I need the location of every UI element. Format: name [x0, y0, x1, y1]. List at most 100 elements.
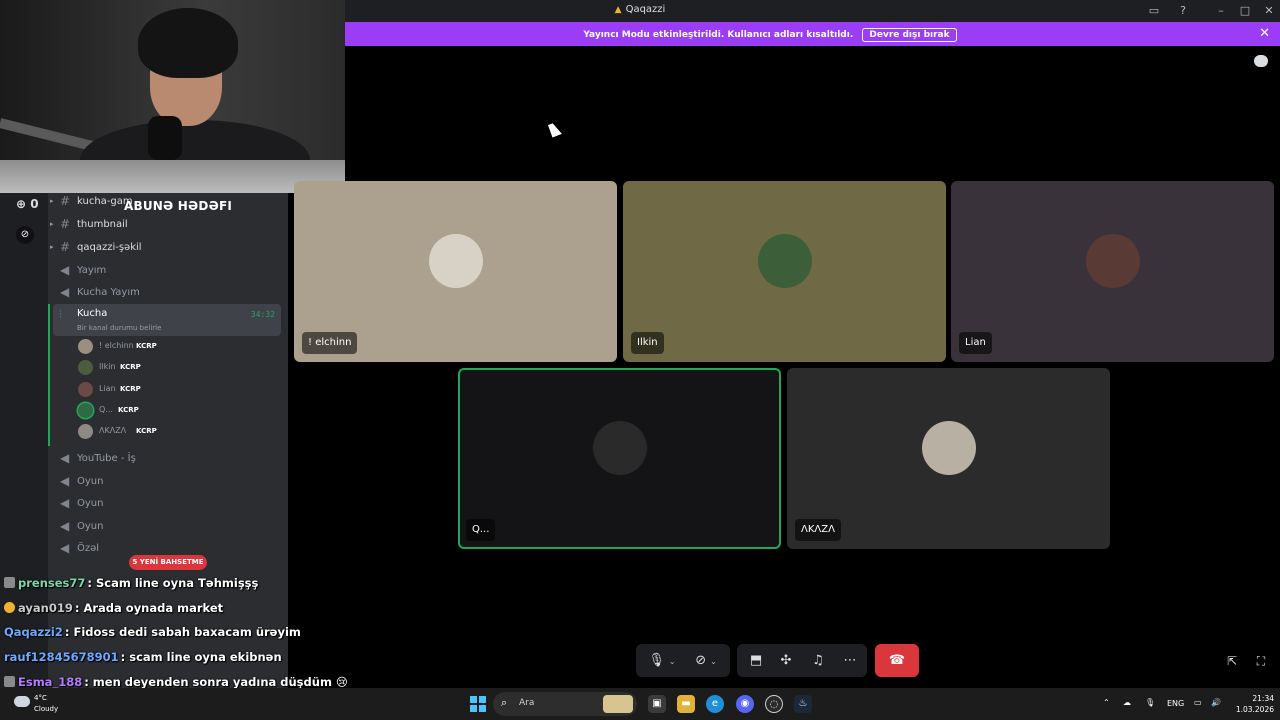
- voice-user-name: ! elchinn: [99, 341, 134, 350]
- disconnect-button[interactable]: ☎: [875, 644, 919, 677]
- channel-name: Oyun: [77, 498, 104, 510]
- start-button[interactable]: [470, 696, 486, 712]
- soundboard-button[interactable]: ♫: [803, 644, 833, 677]
- voice-user-name: Ilkin: [99, 362, 116, 372]
- more-options-button[interactable]: ⋯: [835, 644, 865, 677]
- participant-tile[interactable]: Lian: [951, 181, 1274, 362]
- chat-message: prenses77: Scam line oyna Təhmişşş: [4, 576, 258, 590]
- task-view-icon[interactable]: ▣: [648, 695, 666, 713]
- popout-icon[interactable]: ⇱: [1224, 653, 1240, 669]
- avatar: [78, 339, 93, 354]
- chat-text: : men deyenden sonra yadına düşdüm 😢: [84, 674, 348, 689]
- participant-tile[interactable]: ΛKΛZΛ: [787, 368, 1110, 549]
- chat-username: ayan019: [18, 600, 73, 615]
- voice-user-name: Q...: [99, 404, 113, 414]
- speaker-icon: ◀: [60, 285, 70, 299]
- maximize-button[interactable]: □: [1237, 3, 1253, 19]
- chat-message: ayan019: Arada oynada market: [4, 601, 223, 615]
- hash-icon: #: [60, 194, 71, 208]
- participant-tile[interactable]: ! elchinn: [294, 181, 617, 362]
- server-tag: KCRP: [118, 405, 139, 414]
- chat-username: Qaqazzi2: [4, 625, 63, 640]
- server-tag: KCRP: [120, 384, 141, 393]
- language-indicator[interactable]: ENG: [1167, 699, 1184, 708]
- obs-icon[interactable]: ◌: [765, 695, 783, 713]
- discord-icon[interactable]: ◉: [736, 695, 754, 713]
- camera-button[interactable]: ⊘ ⌄: [686, 644, 726, 677]
- close-button[interactable]: ✕: [1261, 3, 1277, 19]
- banner-text: Yayıncı Modu etkinleştirildi. Kullanıcı …: [583, 30, 854, 40]
- activities-button[interactable]: ✣: [771, 644, 801, 677]
- participant-avatar: [592, 420, 647, 475]
- channel-name: qaqazzi-şəkil: [77, 242, 142, 253]
- hash-icon: #: [60, 240, 71, 254]
- server-tag: KCRP: [120, 363, 141, 372]
- channel-name: YouTube - İş: [77, 453, 136, 464]
- server-tag: KCRP: [136, 342, 157, 350]
- chat-text: : Fidoss dedi sabah baxacam ürəyim: [64, 625, 301, 640]
- mouse-cursor-icon: [548, 121, 562, 138]
- participant-avatar: [1085, 233, 1140, 288]
- goal-count: ⊕ 0: [16, 197, 39, 211]
- participant-name: Lian: [959, 332, 992, 354]
- chat-message: Qaqazzi2: Fidoss dedi sabah baxacam ürəy…: [4, 625, 301, 639]
- chevron-right-icon: ▸: [50, 220, 54, 228]
- server-tag: KCRP: [136, 427, 157, 436]
- chevron-right-icon: ▸: [50, 243, 54, 251]
- channel-status[interactable]: Bir kanal durumu belirle: [77, 324, 161, 332]
- channel-name: Kucha Yayım: [77, 287, 140, 298]
- mic-button[interactable]: 🎙 ⌄: [642, 644, 682, 677]
- participant-name: Ilkin: [631, 332, 664, 354]
- user-badge-icon: [4, 601, 15, 613]
- cloud-icon[interactable]: [14, 696, 30, 707]
- fullscreen-icon[interactable]: ⛶: [1253, 653, 1269, 669]
- chat-text: : Scam line oyna Təhmişşş: [87, 576, 259, 590]
- webcam-overlay: [0, 0, 345, 193]
- chat-text: : Arada oynada market: [74, 600, 224, 615]
- volume-icon[interactable]: 🔊: [1211, 698, 1221, 707]
- inbox-icon[interactable]: ▭: [1146, 3, 1162, 19]
- chat-username: prenses77: [18, 576, 86, 590]
- disable-streamer-mode-button[interactable]: Devre dışı bırak: [862, 28, 957, 42]
- active-voice-channel[interactable]: ⫶ Kucha Bir kanal durumu belirle 34:32: [53, 304, 281, 336]
- mic-icon: 🎙: [648, 653, 665, 668]
- weather-condition[interactable]: Cloudy: [34, 705, 58, 713]
- user-badge-icon: [4, 577, 15, 588]
- new-mentions-badge[interactable]: 5 YENİ BAHSETME: [129, 555, 207, 570]
- participant-name: Q...: [466, 519, 496, 541]
- speaker-icon: ◀: [60, 473, 70, 488]
- edge-icon[interactable]: e: [706, 695, 724, 713]
- speaker-icon: ◀: [60, 451, 70, 465]
- network-icon[interactable]: ▭: [1194, 698, 1202, 707]
- minimize-button[interactable]: –: [1213, 3, 1229, 19]
- help-icon[interactable]: ?: [1175, 3, 1191, 19]
- participant-avatar: [757, 233, 812, 288]
- onedrive-icon[interactable]: ☁: [1123, 698, 1131, 707]
- taskbar-search[interactable]: ⌕ Ara: [493, 692, 637, 716]
- chat-message: rauf12845678901: scam line oyna ekibnən: [4, 650, 282, 664]
- steam-icon[interactable]: ♨: [794, 695, 812, 713]
- voice-user-name: ΛKΛZΛ: [99, 426, 127, 436]
- participant-tile[interactable]: Ilkin: [623, 181, 946, 362]
- speaker-icon: ◀: [60, 263, 70, 277]
- temperature[interactable]: 4°C: [34, 694, 47, 702]
- chat-text: : scam line oyna ekibnən: [120, 650, 282, 665]
- screen-share-button[interactable]: ⬒: [741, 644, 771, 677]
- mic-tray-icon[interactable]: 🎙: [1145, 698, 1155, 707]
- discover-icon[interactable]: ⊘: [16, 226, 34, 244]
- participant-avatar: [921, 420, 976, 475]
- avatar: [78, 402, 93, 418]
- system-clock[interactable]: 21:34 1.03.2026: [1224, 693, 1274, 715]
- chevron-down-icon[interactable]: ⌄: [710, 657, 717, 666]
- search-highlight-image: [603, 695, 633, 713]
- chat-bubble-icon[interactable]: [1254, 55, 1268, 67]
- participant-tile[interactable]: Q...: [458, 368, 781, 549]
- banner-close-icon[interactable]: ✕: [1259, 26, 1270, 41]
- call-duration: 34:32: [250, 310, 275, 319]
- tray-expand-icon[interactable]: ⌃: [1103, 698, 1110, 707]
- file-explorer-icon[interactable]: ▬: [677, 695, 695, 713]
- avatar: [78, 381, 93, 397]
- channel-name: Yayım: [77, 265, 107, 276]
- screen: { "window": { "title": "Qaqazzi" }, "ban…: [0, 0, 1280, 720]
- chevron-down-icon[interactable]: ⌄: [669, 657, 676, 666]
